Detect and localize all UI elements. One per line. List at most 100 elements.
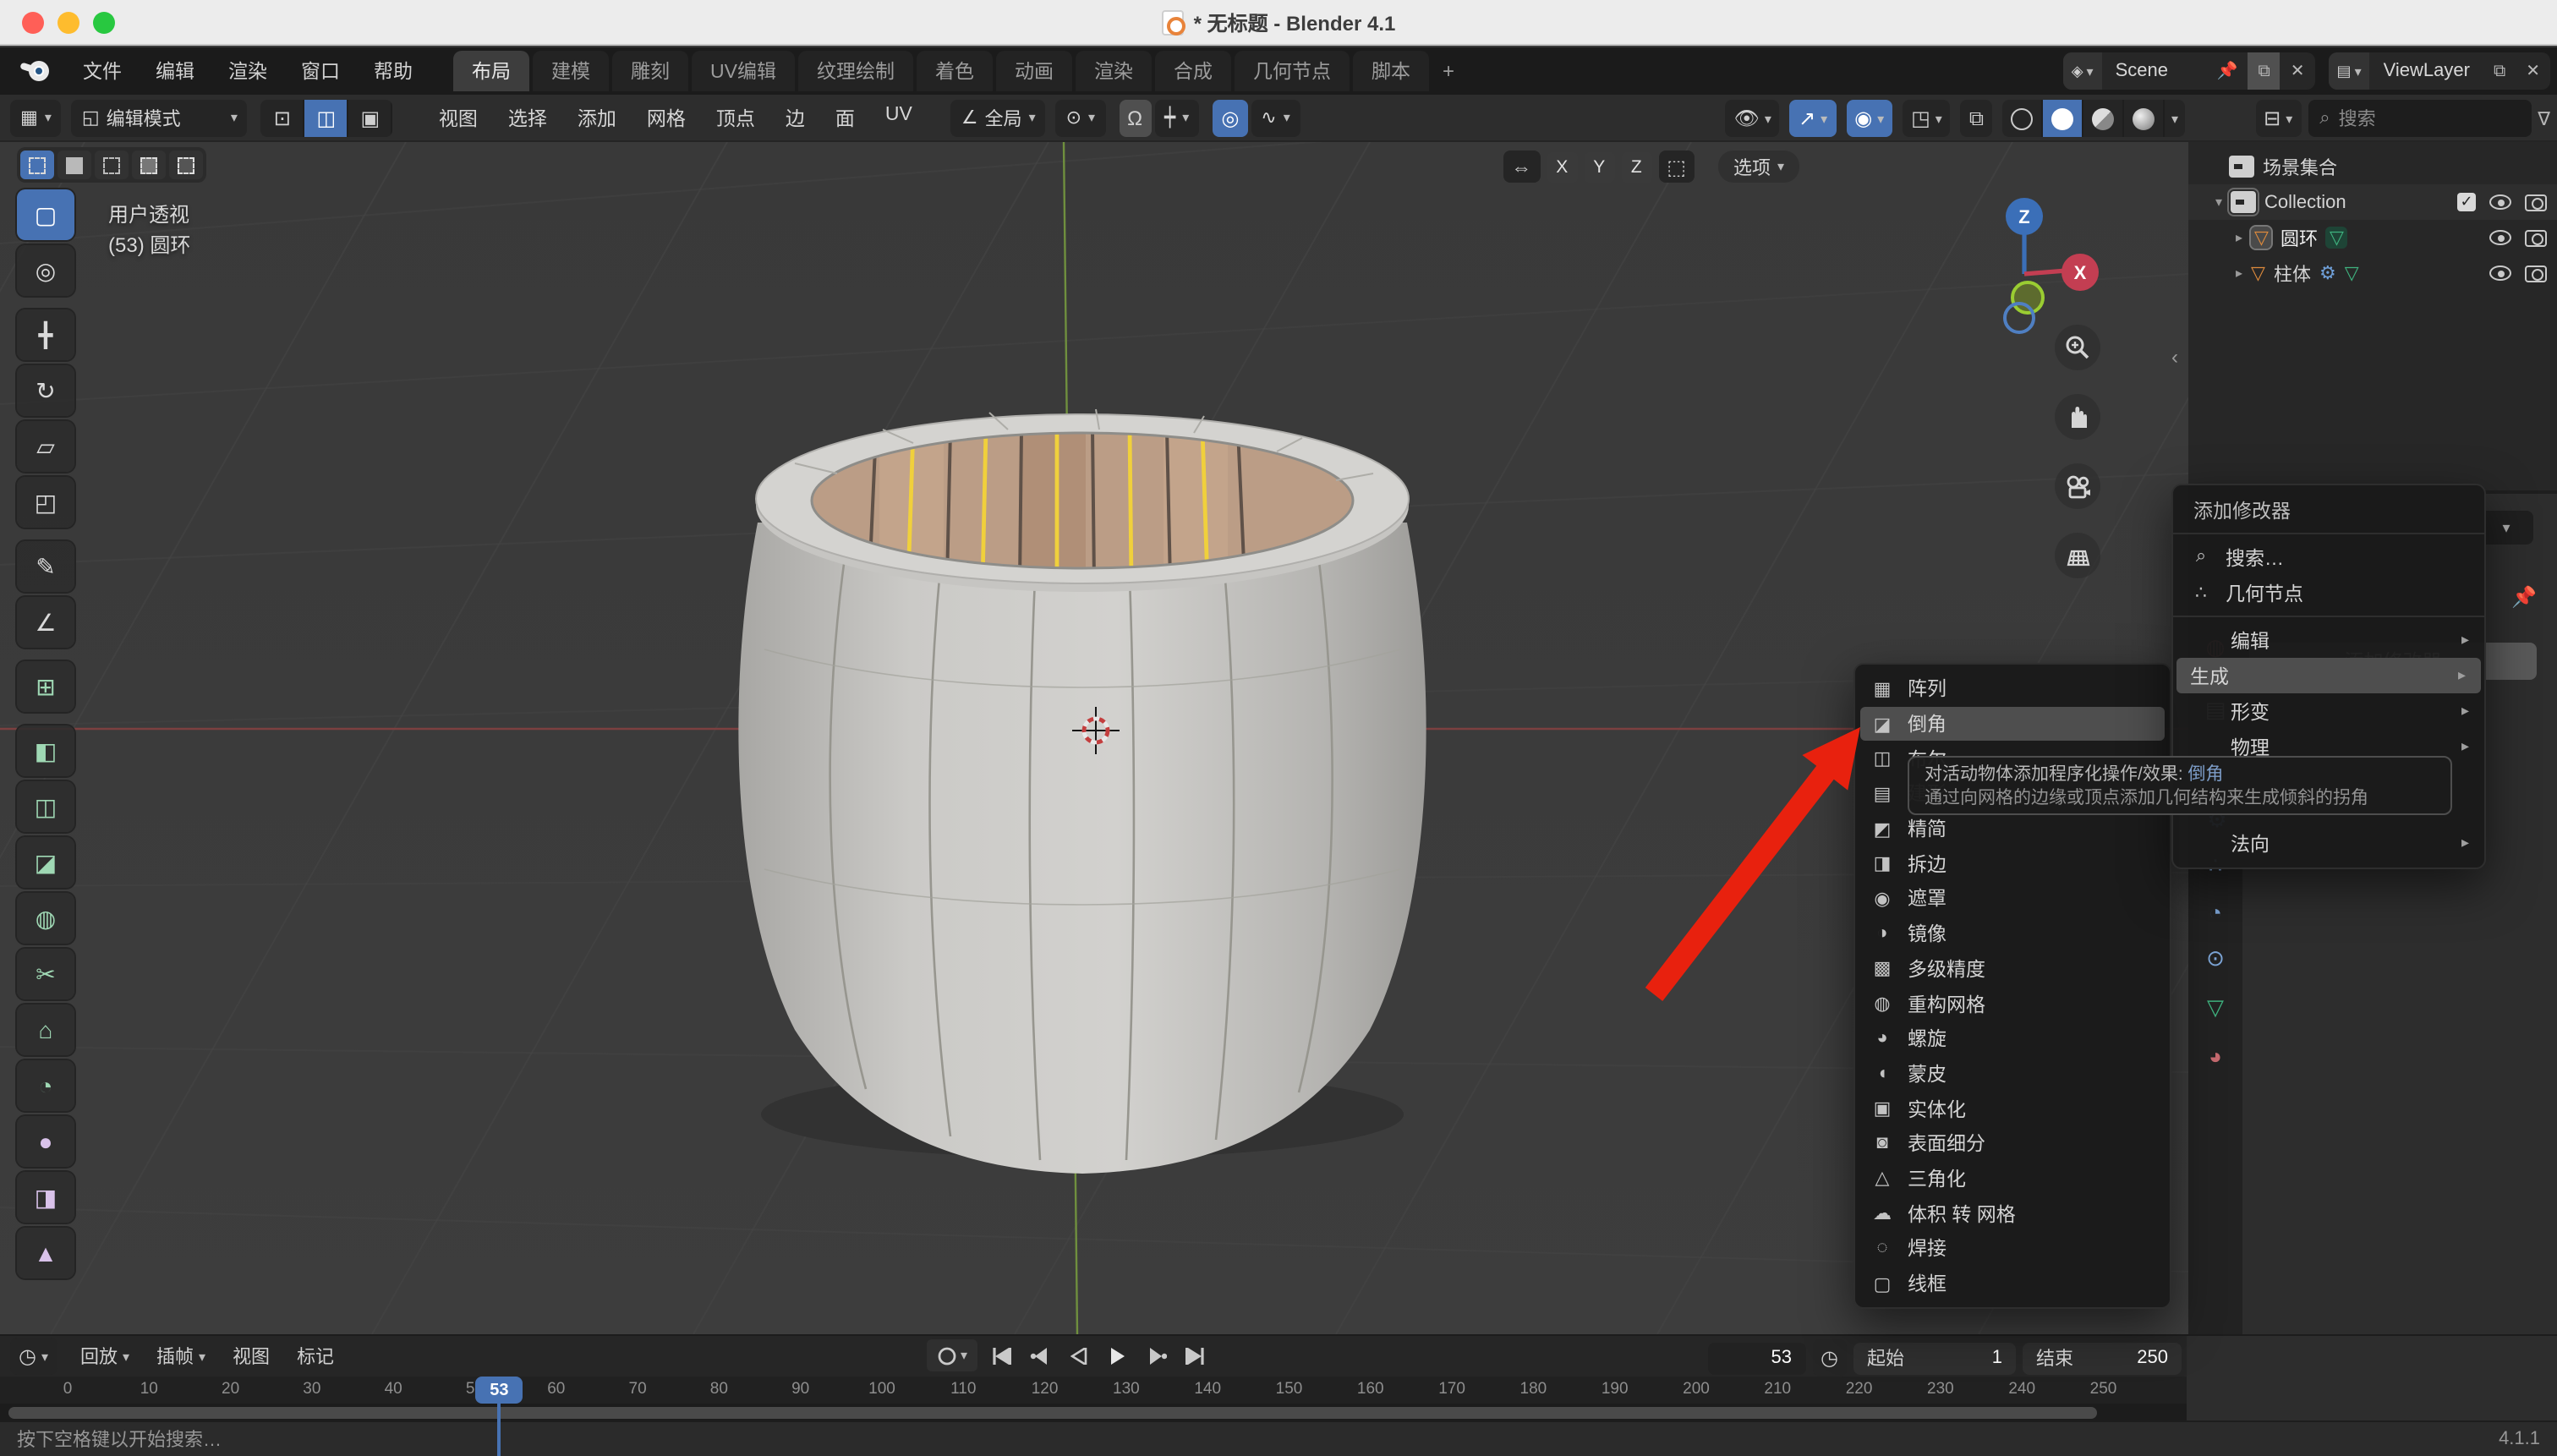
copy-viewlayer-icon[interactable]: ⧉ — [2483, 52, 2516, 90]
hide-icon[interactable] — [2489, 194, 2511, 210]
tool-button[interactable]: ⌂ — [17, 1004, 74, 1055]
workspace-tab[interactable]: 动画 — [996, 51, 1072, 91]
playhead-frame-badge[interactable]: 53 — [475, 1377, 523, 1404]
submenu-item[interactable]: ▣ 实体化 — [1855, 1092, 2170, 1126]
submenu-item[interactable]: ◖ 蒙皮 — [1855, 1056, 2170, 1091]
pin-icon[interactable]: 📌 — [2511, 585, 2537, 609]
zoom-view-button[interactable] — [2055, 325, 2100, 370]
submenu-item[interactable]: ◕ 螺旋 — [1855, 1021, 2170, 1056]
cylinder-row[interactable]: ▸ ▽ 柱体 ⚙ ▽ — [2188, 255, 2557, 291]
select-set-button[interactable] — [20, 151, 54, 179]
close-scene-icon[interactable]: ✕ — [2280, 52, 2315, 90]
tool-button[interactable]: ◎ — [17, 245, 74, 296]
select-subtract-button[interactable] — [95, 151, 129, 179]
material-shading-button[interactable] — [2083, 100, 2124, 137]
show-gizmo-toggle[interactable]: ↗▾ — [1790, 100, 1836, 137]
orientation-dropdown[interactable]: ∠ 全局▾ — [951, 99, 1046, 136]
options-dropdown[interactable]: 选项▾ — [1718, 151, 1799, 183]
blender-logo-icon[interactable] — [20, 61, 49, 81]
xray-toggle[interactable]: ⧉ — [1961, 100, 1992, 137]
previous-keyframe-button[interactable] — [1023, 1339, 1055, 1371]
submenu-item[interactable]: ▩ 多级精度 — [1855, 951, 2170, 986]
end-frame-field[interactable]: 结束250 — [2023, 1342, 2182, 1374]
tab-physics[interactable]: ◔ — [2188, 889, 2242, 933]
tab-data[interactable]: ▽ — [2188, 986, 2242, 1030]
submenu-item[interactable]: △ 三角化 — [1855, 1161, 2170, 1196]
expand-icon[interactable]: ▸ — [2236, 230, 2242, 245]
timeline-ruler[interactable]: 0102030405060708090100110120130140150160… — [0, 1377, 2187, 1404]
editor-type-button[interactable]: ▦▾ — [10, 99, 62, 136]
jump-to-start-button[interactable] — [984, 1339, 1016, 1371]
workspace-tab[interactable]: 雕刻 — [612, 51, 688, 91]
show-overlays-toggle[interactable]: ◉▾ — [1846, 100, 1892, 137]
torus-row[interactable]: ▸ ▽ 圆环 ▽ — [2188, 220, 2557, 255]
sidebar-toggle-icon[interactable]: ‹ — [2171, 345, 2178, 369]
workspace-tab[interactable]: 脚本 — [1353, 51, 1429, 91]
workspace-tab[interactable]: 布局 — [453, 51, 529, 91]
visibility-dropdown[interactable]: 👁▾ — [1725, 100, 1780, 137]
disclosure-icon[interactable]: ▾ — [2215, 194, 2222, 210]
copy-scene-icon[interactable]: ⧉ — [2248, 52, 2280, 90]
tool-button[interactable]: ◔ — [17, 1060, 74, 1111]
timeline-menu[interactable]: 回放▾ — [67, 1343, 143, 1370]
app-menu[interactable]: 编辑 — [139, 51, 211, 91]
viewport-menu[interactable]: 选择 — [493, 97, 562, 138]
timeline-editor-type-button[interactable]: ◷▾ — [10, 1338, 57, 1375]
app-menu[interactable]: 文件 — [66, 51, 139, 91]
minimize-button[interactable] — [57, 12, 79, 34]
workspace-tab[interactable]: 着色 — [917, 51, 993, 91]
use-preview-range-icon[interactable]: ◷ — [1812, 1339, 1847, 1377]
submenu-item[interactable]: ◌ 焊接 — [1855, 1231, 2170, 1266]
add-workspace-button[interactable]: + — [1429, 52, 1468, 90]
timeline-menu[interactable]: 插帧▾ — [143, 1343, 219, 1370]
submenu-item[interactable]: ◉ 遮罩 — [1855, 881, 2170, 916]
tool-button[interactable]: ◰ — [17, 477, 74, 528]
tool-button[interactable]: ∠ — [17, 597, 74, 648]
tool-button[interactable]: ▱ — [17, 421, 74, 472]
submenu-item[interactable]: ◪ 倒角 — [1860, 706, 2165, 741]
app-menu[interactable]: 窗口 — [284, 51, 357, 91]
viewport-menu[interactable]: UV — [870, 97, 928, 138]
play-button[interactable] — [1101, 1339, 1133, 1371]
submenu-item[interactable]: ▢ 线框 — [1855, 1266, 2170, 1300]
outliner-display-dropdown[interactable]: ⊟▾ — [2255, 100, 2301, 137]
mode-dropdown[interactable]: ◱ 编辑模式▾ — [72, 99, 248, 136]
tool-button[interactable]: ✎ — [17, 541, 74, 592]
pivot-dropdown[interactable]: ⊙▾ — [1056, 99, 1105, 136]
pin-icon[interactable]: 📌 — [2207, 52, 2248, 90]
gizmos-dropdown[interactable]: ◳▾ — [1903, 100, 1951, 137]
tab-constraints[interactable]: ⊙ — [2188, 937, 2242, 981]
camera-visibility-icon[interactable] — [2525, 229, 2547, 246]
hide-icon[interactable] — [2489, 265, 2511, 281]
properties-dropdown[interactable]: ▾ — [2479, 511, 2533, 545]
timeline-menu[interactable]: 视图 — [219, 1343, 283, 1370]
workspace-tab[interactable]: UV编辑 — [692, 51, 795, 91]
tool-button[interactable]: ● — [17, 1116, 74, 1167]
close-button[interactable] — [22, 12, 44, 34]
submenu-item[interactable]: ◑ 镜像 — [1855, 917, 2170, 951]
viewport-menu[interactable]: 面 — [820, 97, 870, 138]
rendered-shading-button[interactable] — [2124, 100, 2165, 137]
playhead[interactable] — [497, 1400, 501, 1456]
filter-icon[interactable]: ∇ — [2538, 107, 2550, 129]
scene-collection-row[interactable]: 场景集合 — [2188, 149, 2557, 184]
tool-button[interactable]: ✂ — [17, 949, 74, 999]
scene-name[interactable]: Scene — [2102, 61, 2207, 81]
mirror-y-button[interactable]: Y — [1584, 151, 1614, 182]
tool-button[interactable]: ◧ — [17, 725, 74, 776]
mirror-x-button[interactable]: X — [1547, 151, 1577, 182]
app-menu[interactable]: 帮助 — [357, 51, 430, 91]
hide-icon[interactable] — [2489, 230, 2511, 245]
snap-with-dropdown[interactable]: ┿▾ — [1154, 99, 1199, 136]
viewport-menu[interactable]: 视图 — [424, 97, 493, 138]
timeline-menu[interactable]: 标记 — [283, 1343, 348, 1370]
play-reverse-button[interactable] — [1062, 1339, 1094, 1371]
navigation-gizmo[interactable]: Z X — [1985, 176, 2114, 338]
next-keyframe-button[interactable] — [1140, 1339, 1172, 1371]
submenu-item[interactable]: ◩ 精简 — [1855, 812, 2170, 846]
menu-category-2[interactable]: 生成▸ — [2176, 658, 2481, 693]
current-frame-field[interactable]: 53 — [1707, 1342, 1805, 1374]
vertex-select-button[interactable]: ⊡ — [261, 99, 305, 136]
zoom-button[interactable] — [93, 12, 115, 34]
proportional-projected-icon[interactable]: ⬚ — [1658, 151, 1695, 183]
